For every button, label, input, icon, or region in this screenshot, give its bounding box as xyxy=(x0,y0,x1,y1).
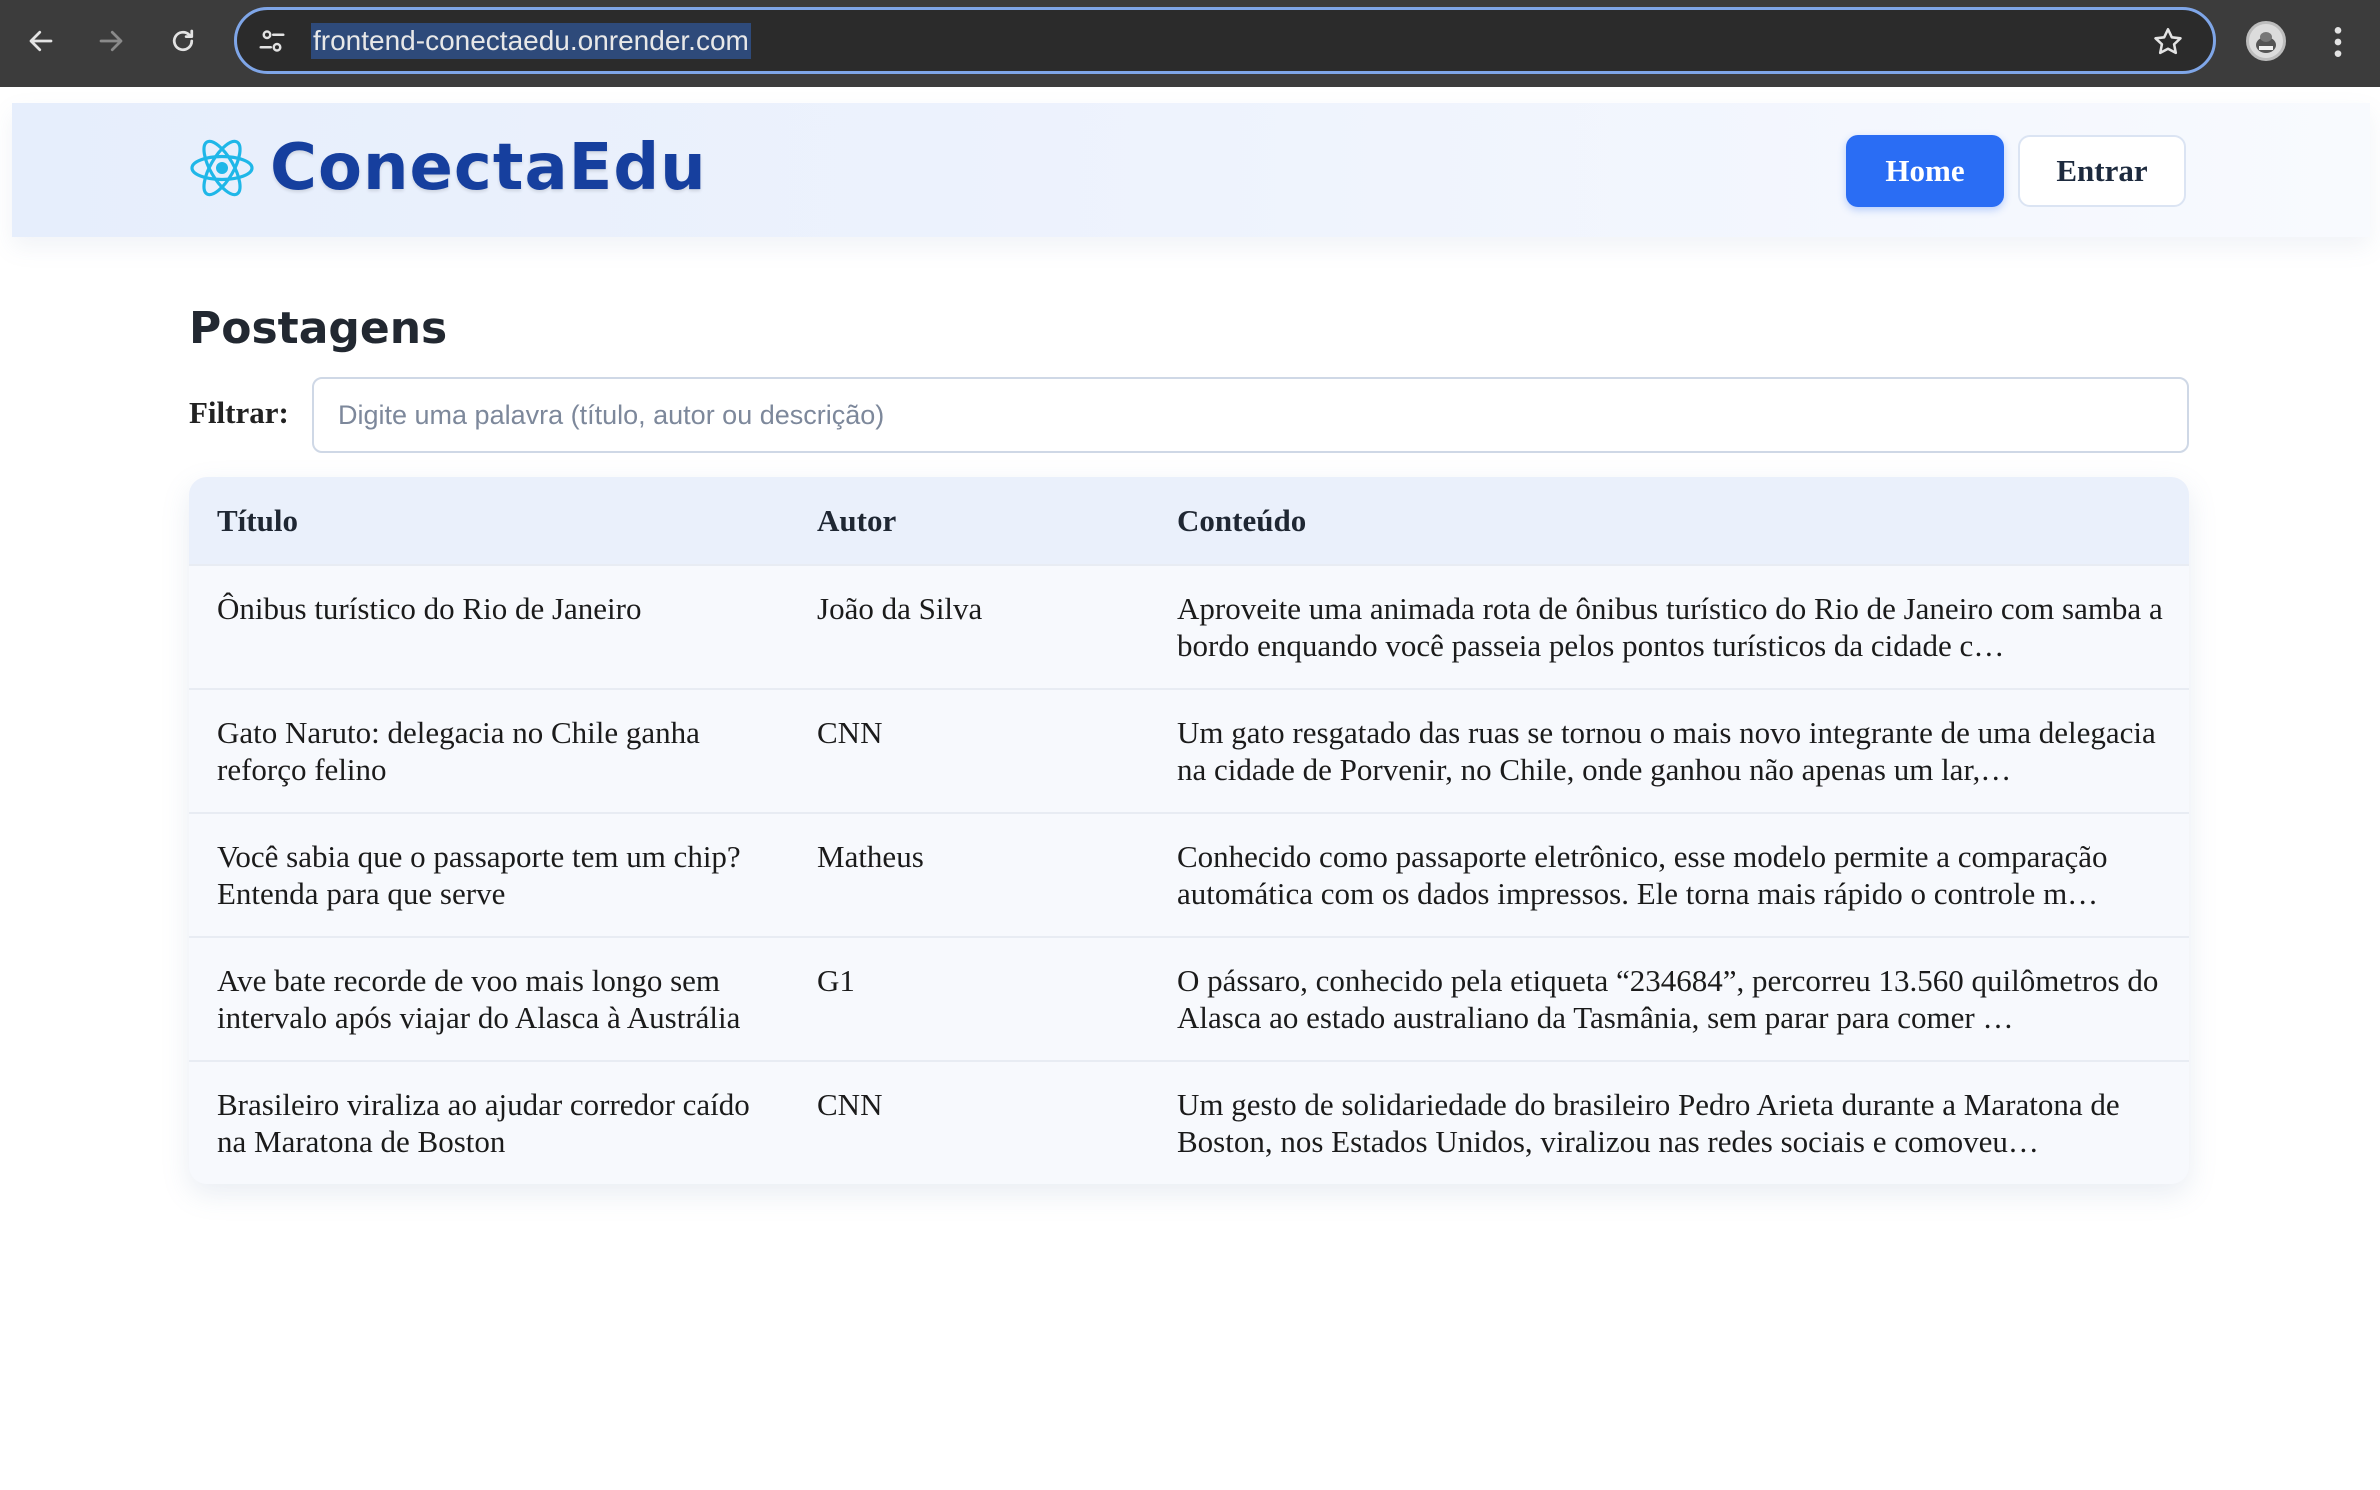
profile-avatar[interactable] xyxy=(2246,21,2286,61)
url-text[interactable]: frontend-conectaedu.onrender.com xyxy=(311,23,751,59)
posts-table: Título Autor Conteúdo Ônibus turístico d… xyxy=(189,477,2189,1184)
page-title: Postagens xyxy=(189,303,448,354)
post-author: Matheus xyxy=(789,812,1149,937)
brand-name: ConectaEdu xyxy=(270,131,707,205)
post-author: João da Silva xyxy=(789,564,1149,689)
kebab-menu-icon[interactable] xyxy=(2318,22,2358,62)
filter-input[interactable] xyxy=(312,377,2189,453)
login-button[interactable]: Entrar xyxy=(2018,135,2186,207)
post-title[interactable]: Ave bate recorde de voo mais longo sem i… xyxy=(189,936,789,1061)
table-row[interactable]: Você sabia que o passaporte tem um chip?… xyxy=(189,812,2189,937)
reload-button[interactable] xyxy=(160,18,206,64)
site-header: ConectaEdu Home Entrar xyxy=(12,103,2370,237)
post-title[interactable]: Gato Naruto: delegacia no Chile ganha re… xyxy=(189,688,789,813)
table-row[interactable]: Ônibus turístico do Rio de Janeiro João … xyxy=(189,564,2189,689)
column-header-content: Conteúdo xyxy=(1177,502,1307,538)
star-icon[interactable] xyxy=(2151,25,2185,59)
table-header-row: Título Autor Conteúdo xyxy=(189,477,2189,565)
table-row[interactable]: Ave bate recorde de voo mais longo sem i… xyxy=(189,936,2189,1061)
page: ConectaEdu Home Entrar Postagens Filtrar… xyxy=(0,87,2380,1490)
post-content: Um gato resgatado das ruas se tornou o m… xyxy=(1177,715,2156,787)
reload-icon xyxy=(172,29,194,52)
arrow-left-icon xyxy=(29,30,53,52)
post-author: CNN xyxy=(789,688,1149,813)
home-button[interactable]: Home xyxy=(1846,135,2004,207)
post-title[interactable]: Brasileiro viraliza ao ajudar corredor c… xyxy=(189,1060,789,1184)
post-content: Conhecido como passaporte eletrônico, es… xyxy=(1177,839,2108,911)
browser-toolbar: frontend-conectaedu.onrender.com xyxy=(0,0,2380,87)
forward-button[interactable] xyxy=(88,18,134,64)
logo[interactable]: ConectaEdu xyxy=(188,131,707,205)
post-title[interactable]: Ônibus turístico do Rio de Janeiro xyxy=(189,564,789,689)
filter-label: Filtrar: xyxy=(189,395,289,430)
post-content: O pássaro, conhecido pela etiqueta “2346… xyxy=(1177,963,2159,1035)
tune-icon[interactable] xyxy=(257,26,287,56)
post-author: CNN xyxy=(789,1060,1149,1184)
post-title[interactable]: Você sabia que o passaporte tem um chip?… xyxy=(189,812,789,937)
column-header-title: Título xyxy=(217,502,298,538)
post-content: Um gesto de solidariedade do brasileiro … xyxy=(1177,1087,2120,1159)
address-bar[interactable]: frontend-conectaedu.onrender.com xyxy=(234,7,2216,74)
post-content: Aproveite uma animada rota de ônibus tur… xyxy=(1177,591,2163,663)
arrow-right-icon xyxy=(99,30,123,52)
table-row[interactable]: Brasileiro viraliza ao ajudar corredor c… xyxy=(189,1060,2189,1184)
back-button[interactable] xyxy=(18,18,64,64)
post-author: G1 xyxy=(789,936,1149,1061)
column-header-author: Autor xyxy=(817,502,897,538)
atom-icon xyxy=(190,139,254,197)
avatar-icon xyxy=(2249,24,2283,58)
table-row[interactable]: Gato Naruto: delegacia no Chile ganha re… xyxy=(189,688,2189,813)
